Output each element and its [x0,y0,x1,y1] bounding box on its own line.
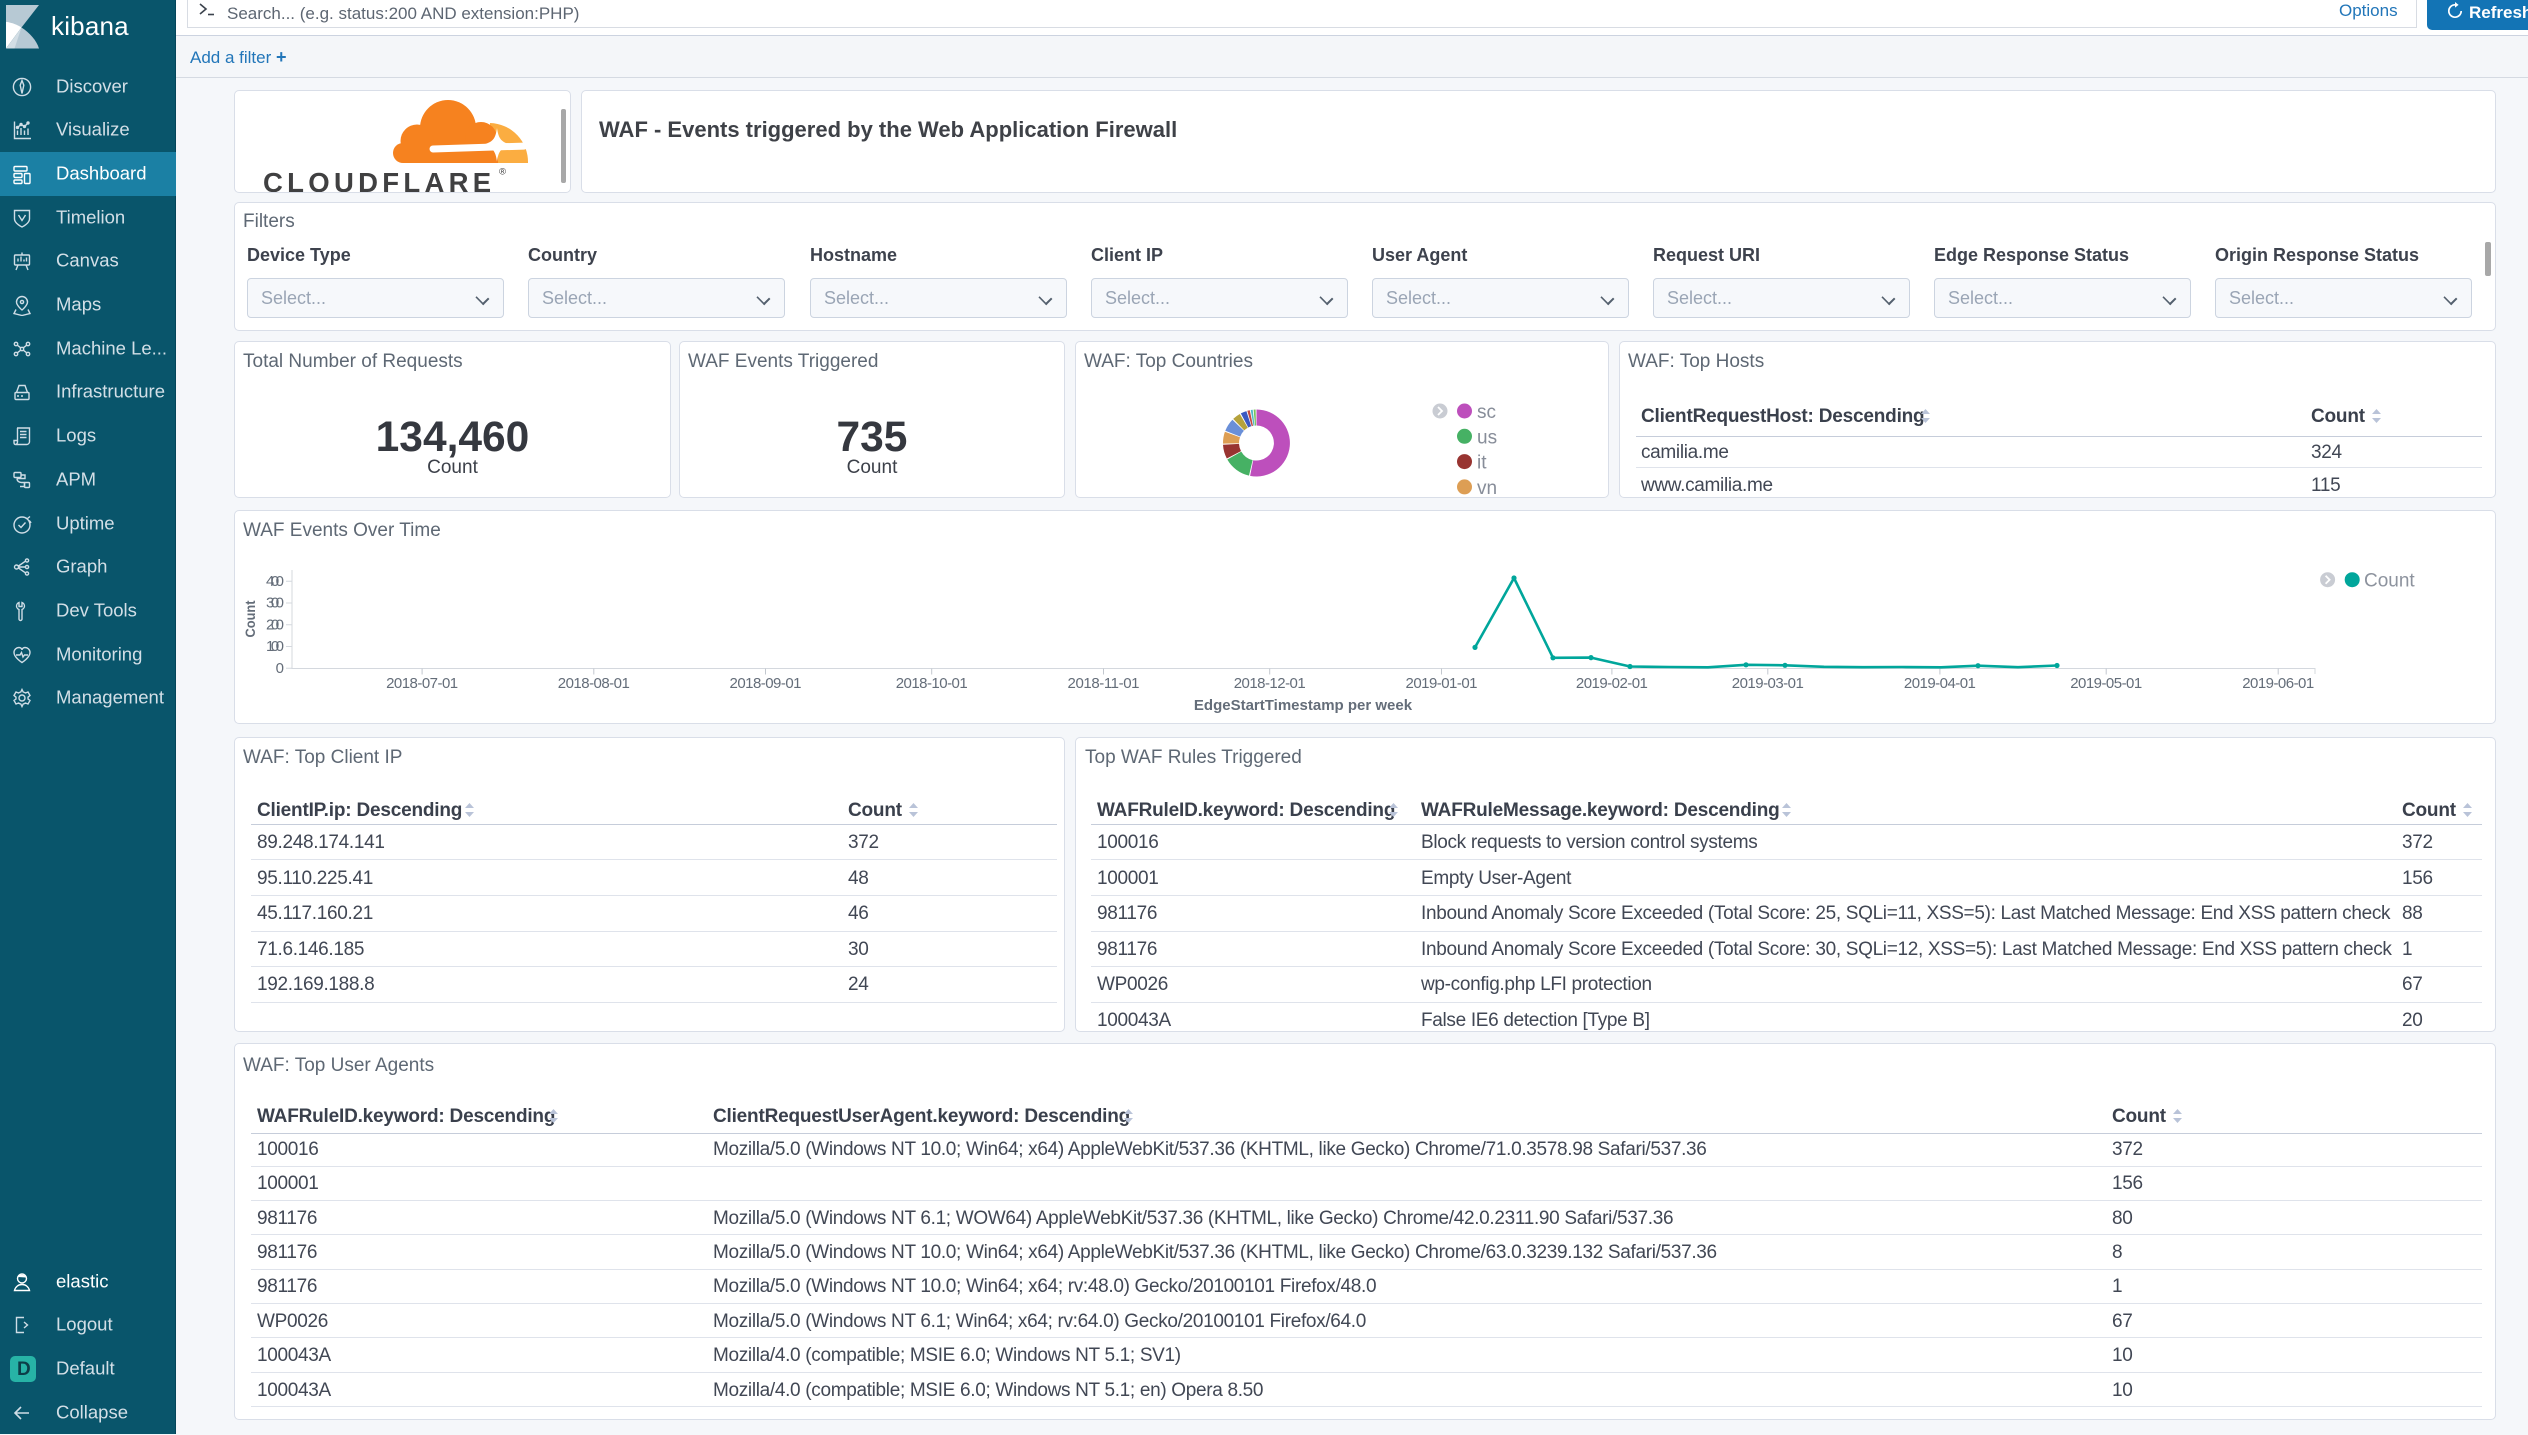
svg-text:us: us [1477,427,1497,448]
svg-text:EdgeStartTimestamp per week: EdgeStartTimestamp per week [1194,697,1413,714]
svg-text:2018-11-01: 2018-11-01 [1068,675,1140,692]
svg-text:2018-12-01: 2018-12-01 [1234,675,1306,692]
svg-text:2019-04-01: 2019-04-01 [1904,675,1976,692]
svg-text:Count: Count [242,600,258,637]
svg-text:2019-02-01: 2019-02-01 [1576,675,1648,692]
svg-text:vn: vn [1477,478,1497,497]
svg-text:100: 100 [266,638,284,655]
svg-text:400: 400 [266,573,284,590]
svg-text:0: 0 [276,660,284,677]
svg-text:2018-08-01: 2018-08-01 [558,675,630,692]
svg-text:300: 300 [266,595,284,612]
svg-text:CLOUDFLARE: CLOUDFLARE [263,167,495,193]
svg-text:®: ® [499,167,506,178]
svg-text:2019-03-01: 2019-03-01 [1732,675,1804,692]
svg-text:2019-06-01: 2019-06-01 [2242,675,2314,692]
svg-text:2018-10-01: 2018-10-01 [896,675,968,692]
svg-text:2019-05-01: 2019-05-01 [2070,675,2142,692]
svg-text:200: 200 [266,617,284,634]
svg-text:2019-01-01: 2019-01-01 [1406,675,1478,692]
svg-text:it: it [1477,453,1487,474]
svg-text:2018-07-01: 2018-07-01 [386,675,458,692]
svg-text:Count: Count [2364,571,2415,592]
svg-text:sc: sc [1477,402,1496,423]
svg-text:2018-09-01: 2018-09-01 [730,675,802,692]
